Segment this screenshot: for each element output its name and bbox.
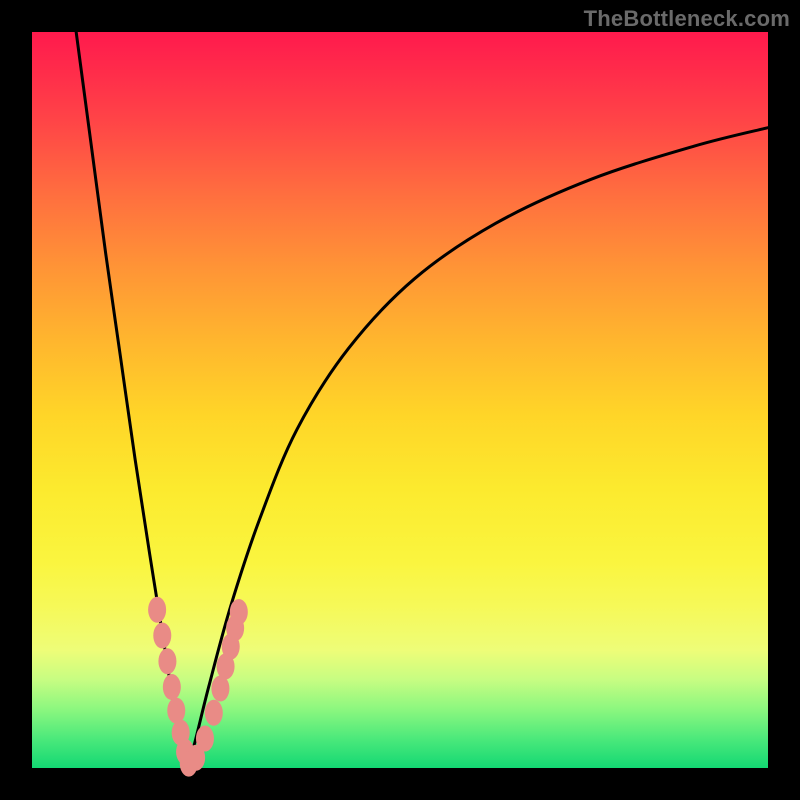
marker-dot — [205, 700, 223, 726]
right-curve — [187, 128, 768, 768]
chart-frame: TheBottleneck.com — [0, 0, 800, 800]
marker-dot — [148, 597, 166, 623]
marker-dot — [196, 726, 214, 752]
marker-group — [148, 597, 248, 777]
watermark-text: TheBottleneck.com — [584, 6, 790, 32]
marker-dot — [211, 676, 229, 702]
marker-dot — [158, 648, 176, 674]
marker-dot — [230, 599, 248, 625]
marker-dot — [153, 623, 171, 649]
marker-dot — [163, 674, 181, 700]
chart-svg — [32, 32, 768, 768]
marker-dot — [167, 698, 185, 724]
